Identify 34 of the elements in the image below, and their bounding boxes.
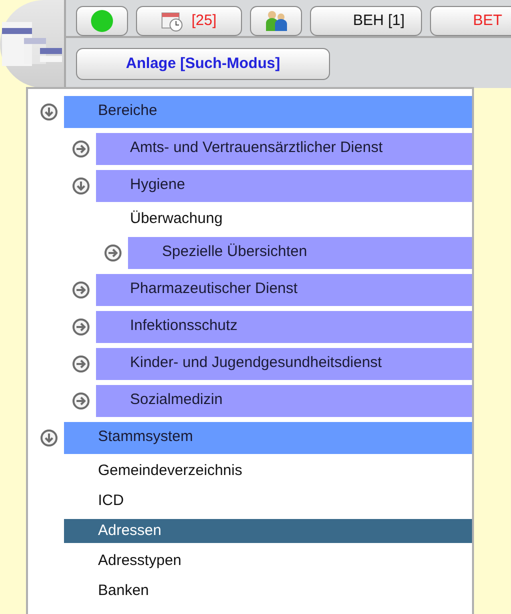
tree-item[interactable]: ICD [64, 489, 472, 513]
tree-group-header[interactable]: Kinder- und Jugendgesundheitsdienst [96, 348, 472, 380]
tree-group-header[interactable]: Sozialmedizin [96, 384, 472, 416]
tree-item[interactable]: Banken [64, 579, 472, 603]
right-arrow-circle-icon[interactable] [72, 318, 90, 336]
right-arrow-circle-icon[interactable] [72, 392, 90, 410]
tree-item[interactable]: Adressen [64, 519, 472, 543]
people-button[interactable] [250, 6, 302, 36]
tree-item[interactable]: Überwachung [96, 207, 472, 231]
down-arrow-circle-icon[interactable] [72, 176, 90, 194]
toolbar-button[interactable]: BET [430, 6, 511, 36]
tree-group-header[interactable]: Hygiene [96, 170, 472, 202]
tree-group-header[interactable]: Bereiche [64, 96, 472, 128]
calendar-clock-icon [161, 10, 184, 32]
right-arrow-circle-icon[interactable] [104, 244, 122, 262]
status-button[interactable] [76, 6, 128, 36]
tree-group-header[interactable]: Pharmazeutischer Dienst [96, 274, 472, 306]
mode-button[interactable]: Anlage [Such-Modus] [76, 48, 330, 80]
right-arrow-circle-icon[interactable] [72, 140, 90, 158]
people-icon [264, 10, 288, 32]
tree-group-header[interactable]: Infektionsschutz [96, 310, 472, 342]
calendar-button[interactable]: [25] [136, 6, 242, 36]
right-arrow-circle-icon[interactable] [72, 280, 90, 298]
down-arrow-circle-icon[interactable] [40, 102, 58, 120]
tree-item[interactable]: Gemeindeverzeichnis [64, 459, 472, 483]
right-arrow-circle-icon[interactable] [72, 354, 90, 372]
tree-group-header[interactable]: Spezielle Übersichten [128, 236, 472, 268]
tree-group-header[interactable]: Stammsystem [64, 422, 472, 454]
hierarchy-icon [0, 20, 64, 68]
app-logo-panel[interactable] [0, 0, 66, 88]
tree-group-header[interactable]: Amts- und Vertrauensärztlicher Dienst [96, 132, 472, 164]
down-arrow-circle-icon[interactable] [40, 428, 58, 446]
toolbar-button[interactable]: BEH [1] [310, 6, 422, 36]
tree-item[interactable]: Adresstypen [64, 549, 472, 573]
